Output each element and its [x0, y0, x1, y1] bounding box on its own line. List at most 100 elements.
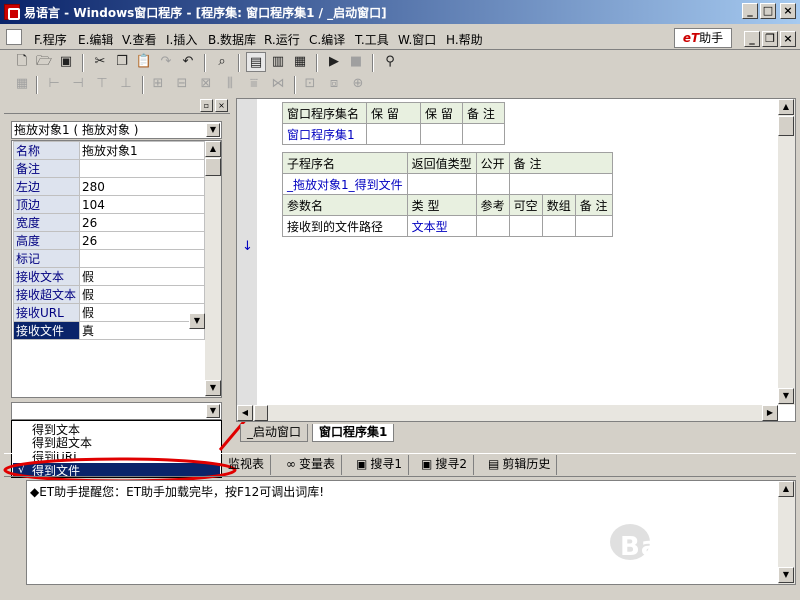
property-row[interactable]: 接收URL 假: [13, 303, 205, 322]
property-row[interactable]: 左边 280: [13, 177, 205, 196]
menu-help[interactable]: H.帮助: [446, 31, 483, 48]
new-file-icon[interactable]: 🗋: [12, 52, 32, 72]
menu-view[interactable]: V.查看: [122, 31, 156, 48]
grid-cell[interactable]: [475, 173, 510, 195]
mdi-minimize-button[interactable]: _: [744, 31, 760, 47]
grid-cell[interactable]: 接收到的文件路径: [282, 215, 408, 237]
redo-icon[interactable]: ↷: [156, 52, 176, 72]
same-size-icon[interactable]: ⊠: [196, 74, 216, 94]
menu-program[interactable]: F.程序: [34, 31, 67, 48]
property-row[interactable]: 接收超文本假: [13, 285, 205, 304]
property-value[interactable]: 真: [79, 321, 205, 340]
property-value[interactable]: 假: [79, 267, 205, 286]
mdi-restore-button[interactable]: ❐: [762, 31, 778, 47]
menu-tools[interactable]: T.工具: [355, 31, 389, 48]
undo-icon[interactable]: ↶: [178, 52, 198, 72]
menu-database[interactable]: B.数据库: [208, 31, 256, 48]
align-top-icon[interactable]: ⊤: [92, 74, 112, 94]
run-icon[interactable]: ▶: [324, 52, 344, 72]
stop-icon[interactable]: ■: [346, 52, 366, 72]
property-value[interactable]: 假: [79, 303, 205, 322]
scroll-up-icon[interactable]: ▲: [778, 99, 794, 115]
panel-close-button[interactable]: ×: [215, 99, 228, 112]
tab-search2[interactable]: ▣ 搜寻2: [415, 455, 474, 475]
property-value[interactable]: 26: [79, 231, 205, 250]
center-h-icon[interactable]: ⊡: [300, 74, 320, 94]
property-value[interactable]: [79, 249, 205, 268]
menu-insert[interactable]: I.插入: [166, 31, 197, 48]
panel-pin-button[interactable]: ▫: [200, 99, 213, 112]
tab-startup-window[interactable]: _启动窗口: [240, 424, 309, 442]
et-assistant-button[interactable]: eT助手: [674, 28, 732, 48]
close-button[interactable]: ×: [780, 3, 796, 19]
document-icon[interactable]: [6, 29, 22, 45]
same-width-icon[interactable]: ⊞: [148, 74, 168, 94]
grid-cell[interactable]: [462, 123, 505, 145]
find-icon[interactable]: ⌕: [212, 52, 232, 72]
menu-window[interactable]: W.窗口: [398, 31, 436, 48]
scroll-right-icon[interactable]: ▶: [762, 405, 778, 421]
tab-window-assembly[interactable]: 窗口程序集1: [312, 424, 395, 442]
align-middle-icon[interactable]: ⊥: [116, 74, 136, 94]
tab-variables[interactable]: ∞ 变量表: [280, 455, 343, 475]
scroll-thumb[interactable]: [778, 116, 794, 136]
grid-cell[interactable]: [508, 173, 613, 195]
maximize-button[interactable]: □: [760, 3, 776, 19]
editor-hscrollbar[interactable]: ◀ ▶: [237, 405, 778, 421]
property-row[interactable]: 顶边 104: [13, 195, 205, 214]
align-center-icon[interactable]: ⊣: [68, 74, 88, 94]
tab-watch[interactable]: 监视表: [222, 455, 272, 475]
grid-cell[interactable]: [406, 173, 477, 195]
property-row[interactable]: 宽度 26: [13, 213, 205, 232]
property-value[interactable]: [79, 159, 205, 178]
scroll-up-icon[interactable]: ▲: [205, 141, 221, 157]
binoculars-icon[interactable]: ⚲: [380, 52, 400, 72]
code-editor[interactable]: [236, 98, 796, 422]
property-row[interactable]: 名称 拖放对象1: [13, 141, 205, 160]
save-icon[interactable]: ▣: [56, 52, 76, 72]
cut-icon[interactable]: ✂: [90, 52, 110, 72]
property-row[interactable]: 接收文本假: [13, 267, 205, 286]
menu-run[interactable]: R.运行: [264, 31, 300, 48]
property-row[interactable]: 高度 26: [13, 231, 205, 250]
space-h-icon[interactable]: ⫼: [220, 74, 240, 94]
layout-view-icon[interactable]: ▤: [246, 52, 266, 72]
space-v-icon[interactable]: ⩸: [244, 74, 264, 94]
grid-cell[interactable]: 文本型: [406, 215, 477, 237]
property-value[interactable]: 26: [79, 213, 205, 232]
property-row[interactable]: 备注: [13, 159, 205, 178]
align-grid-icon[interactable]: ▦: [12, 74, 32, 94]
copy-icon[interactable]: ❐: [112, 52, 132, 72]
property-value[interactable]: 104: [79, 195, 205, 214]
object-select[interactable]: 拖放对象1 ( 拖放对象 ) ▼: [11, 121, 222, 139]
property-row[interactable]: 接收文件真: [13, 321, 205, 340]
property-value[interactable]: 拖放对象1: [79, 141, 205, 160]
scroll-up-icon[interactable]: ▲: [778, 481, 794, 497]
minimize-button[interactable]: _: [742, 3, 758, 19]
center-both-icon[interactable]: ⊕: [348, 74, 368, 94]
property-value[interactable]: 280: [79, 177, 205, 196]
property-dropdown-button[interactable]: ▼: [189, 313, 205, 329]
editor-vscrollbar[interactable]: ▲ ▼: [778, 99, 795, 405]
grid-cell[interactable]: _拖放对象1_得到文件: [282, 173, 408, 195]
grid-cell[interactable]: [541, 215, 576, 237]
menu-compile[interactable]: C.编译: [309, 31, 345, 48]
scroll-left-icon[interactable]: ◀: [237, 405, 253, 421]
open-folder-icon[interactable]: 🗁: [34, 52, 54, 72]
grid-cell[interactable]: [420, 123, 463, 145]
mdi-close-button[interactable]: ×: [780, 31, 796, 47]
scroll-down-icon[interactable]: ▼: [778, 388, 794, 404]
scroll-thumb[interactable]: [254, 405, 268, 421]
scroll-thumb[interactable]: [205, 158, 221, 176]
distribute-icon[interactable]: ⋈: [268, 74, 288, 94]
property-value[interactable]: 假: [79, 285, 205, 304]
property-row[interactable]: 标记: [13, 249, 205, 268]
table-view-icon[interactable]: ▦: [290, 52, 310, 72]
grid-cell[interactable]: [508, 215, 543, 237]
align-left-icon[interactable]: ⊢: [44, 74, 64, 94]
split-view-icon[interactable]: ▥: [268, 52, 288, 72]
menu-edit[interactable]: E.编辑: [78, 31, 113, 48]
tab-search1[interactable]: ▣ 搜寻1: [350, 455, 409, 475]
tab-clip-history[interactable]: ▤ 剪辑历史: [482, 455, 558, 475]
same-height-icon[interactable]: ⊟: [172, 74, 192, 94]
